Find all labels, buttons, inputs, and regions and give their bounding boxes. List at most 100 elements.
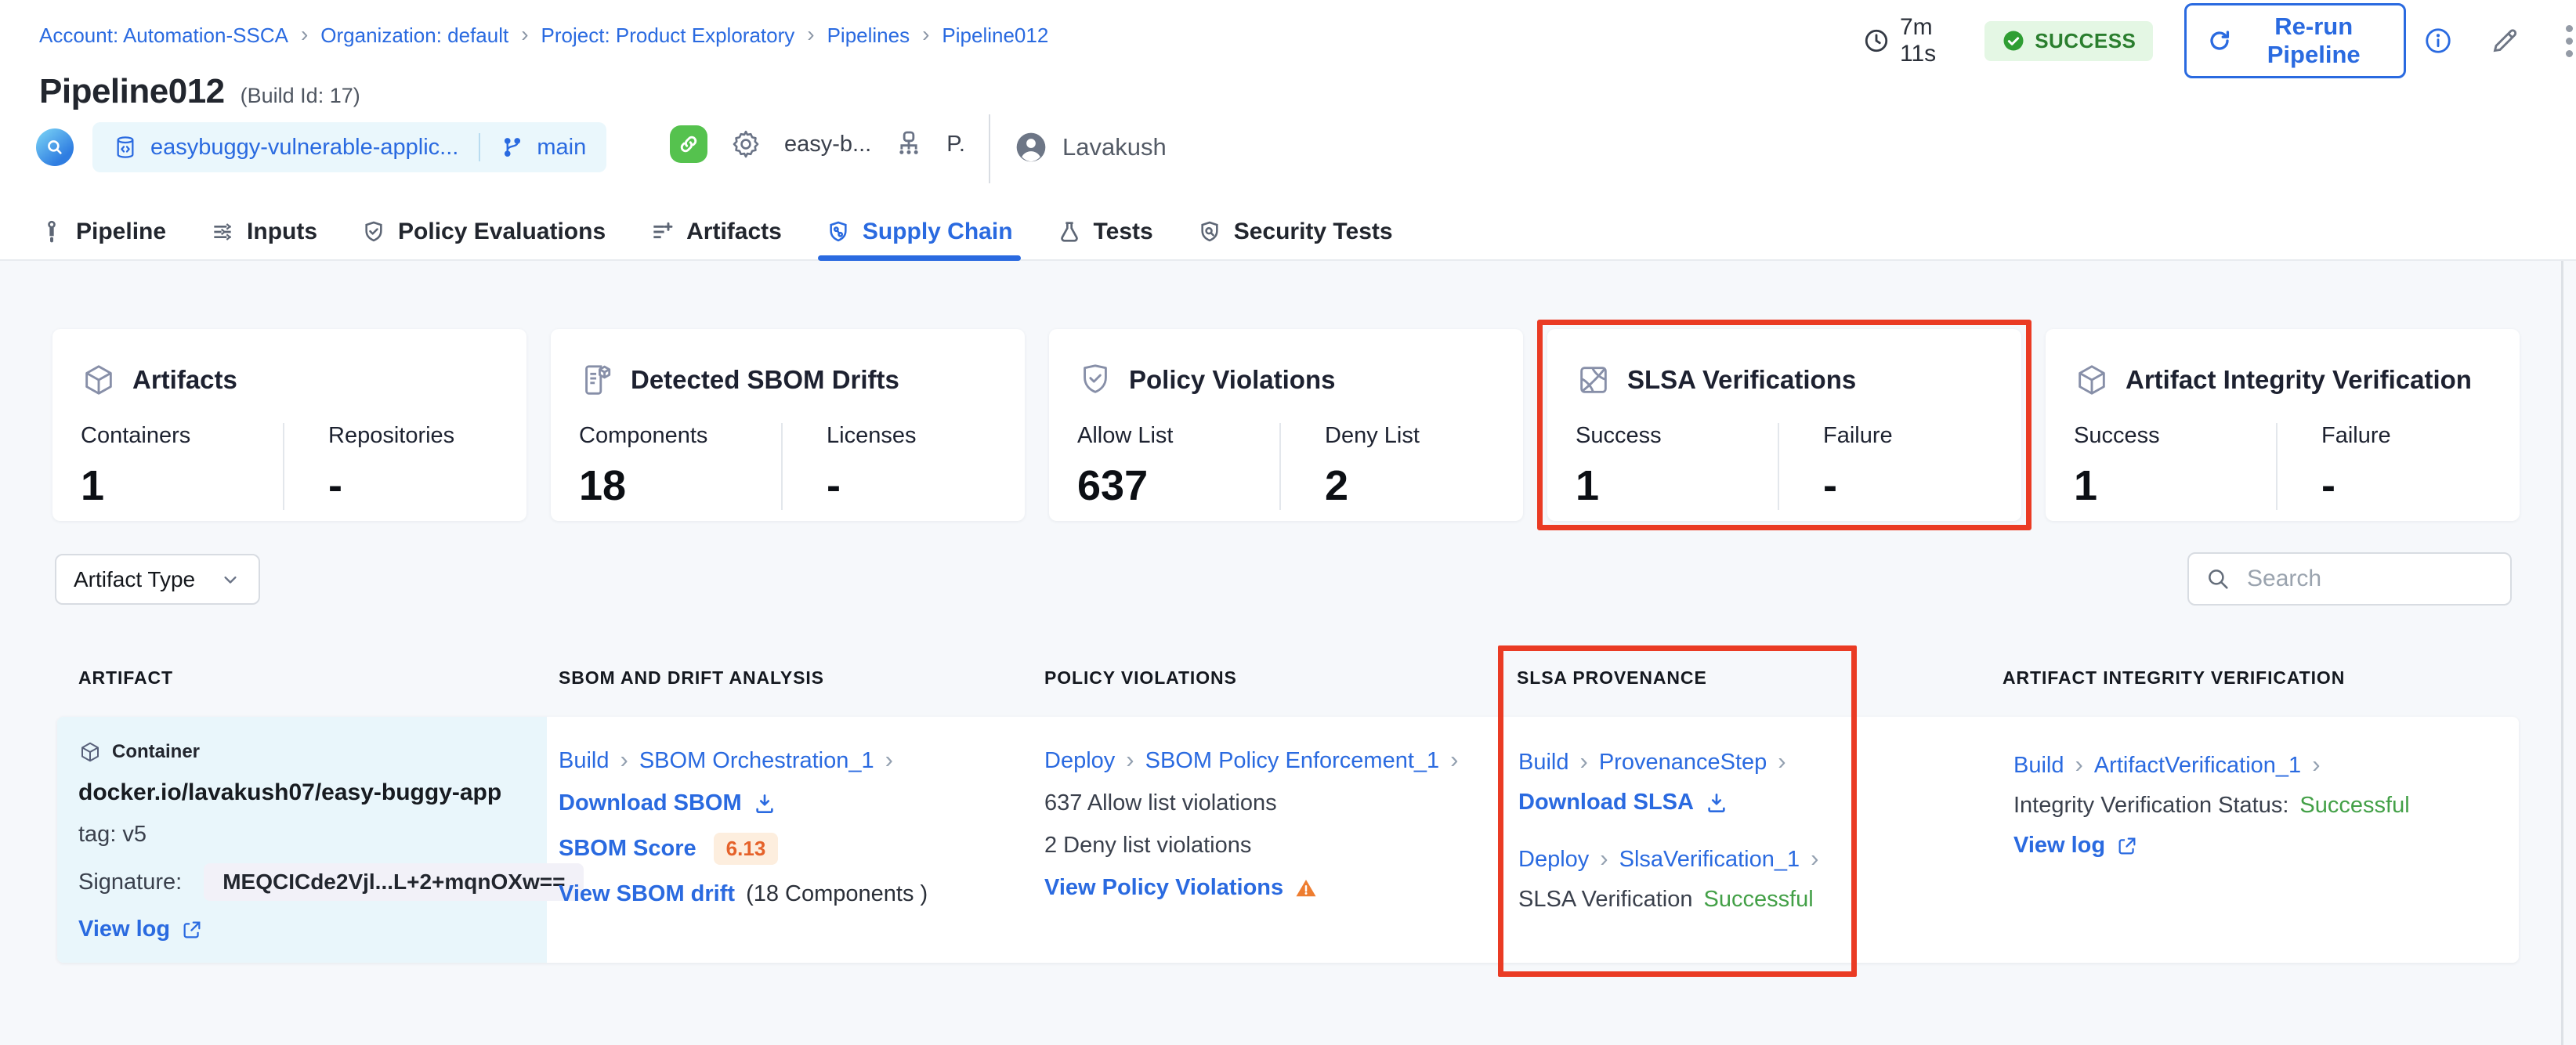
more-options-icon[interactable] (2563, 22, 2576, 60)
artifact-integrity-card: Artifact Integrity Verification Success 1… (2046, 329, 2520, 521)
user-name: Lavakush (1062, 133, 1167, 161)
edit-pencil-icon[interactable] (2489, 25, 2520, 56)
tab-label: Supply Chain (862, 219, 1013, 244)
sbom-document-icon (579, 362, 615, 398)
artifact-tag: tag: v5 (78, 822, 147, 847)
chevron-right-icon: › (620, 746, 628, 773)
stage-link[interactable]: Build (2013, 753, 2064, 779)
chevron-right-icon: › (1778, 747, 1786, 775)
trigger-node-icon (893, 128, 924, 160)
trigger-config-name: easy-b... (784, 131, 872, 157)
metric-value: - (827, 462, 841, 509)
stage-link[interactable]: Deploy (1518, 847, 1589, 873)
breadcrumb-organization-link[interactable]: Organization: default (320, 24, 508, 48)
step-link[interactable]: ProvenanceStep (1599, 750, 1767, 776)
step-link[interactable]: SBOM Orchestration_1 (639, 748, 874, 774)
tab-pipeline[interactable]: Pipeline (39, 203, 166, 261)
card-title: Artifact Integrity Verification (2126, 365, 2472, 394)
search-input[interactable] (2245, 565, 2495, 593)
sbom-score-link[interactable]: SBOM Score (559, 836, 696, 862)
tab-security-tests[interactable]: Security Tests (1197, 203, 1393, 261)
download-slsa-link[interactable]: Download SLSA (1518, 790, 1694, 815)
card-title: Policy Violations (1129, 365, 1336, 394)
metric-label: Failure (1823, 423, 1893, 448)
repo-branch-chip[interactable]: easybuggy-vulnerable-applic... main (92, 122, 607, 172)
duration-text: 7m 11s (1900, 14, 1937, 67)
cube-icon (2074, 362, 2110, 398)
view-policy-violations-link[interactable]: View Policy Violations (1044, 875, 1283, 901)
info-icon[interactable] (2423, 26, 2453, 56)
view-log-link[interactable]: View log (78, 917, 170, 942)
tab-artifacts[interactable]: Artifacts (649, 203, 782, 261)
tab-policy-evaluations[interactable]: Policy Evaluations (361, 203, 606, 261)
step-link[interactable]: SlsaVerification_1 (1619, 847, 1800, 873)
sbom-score-row: SBOM Score 6.13 (559, 833, 928, 865)
rerun-pipeline-button[interactable]: Re-run Pipeline (2184, 3, 2406, 78)
pipeline-icon (39, 219, 64, 244)
artifacts-list-icon (649, 219, 675, 244)
chevron-right-icon: › (2075, 750, 2083, 778)
breadcrumb-project-link[interactable]: Project: Product Exploratory (541, 24, 795, 48)
page-title-row: Pipeline012 (Build Id: 17) (39, 72, 360, 111)
slsa-verification-status-row: SLSA Verification Successful (1518, 887, 1818, 913)
step-link[interactable]: ArtifactVerification_1 (2094, 753, 2301, 779)
download-icon (753, 792, 776, 815)
slsa-verification-breadcrumb: Deploy › SlsaVerification_1 › (1518, 844, 1818, 873)
download-sbom-link[interactable]: Download SBOM (559, 790, 742, 816)
policy-step-breadcrumb: Deploy › SBOM Policy Enforcement_1 › (1044, 747, 1458, 774)
webhook-trigger-icon (670, 125, 707, 163)
metric-value: 2 (1325, 462, 1349, 509)
col-header-sbom: SBOM AND DRIFT ANALYSIS (559, 667, 824, 688)
artifact-cell: Container docker.io/lavakush07/easy-bugg… (78, 740, 584, 942)
metric-label: Components (579, 423, 708, 448)
metric-label: Failure (2321, 423, 2391, 448)
trigger-meta-row: easy-b... P. (670, 125, 965, 163)
sbom-drift-row: View SBOM drift (18 Components ) (559, 881, 928, 907)
col-header-integrity: ARTIFACT INTEGRITY VERIFICATION (2003, 667, 2346, 688)
tab-supply-chain[interactable]: Supply Chain (817, 203, 1021, 261)
integrity-cell: Build › ArtifactVerification_1 › Integri… (2013, 750, 2410, 859)
chevron-right-icon: › (521, 21, 529, 46)
supply-chain-shield-icon (826, 219, 851, 244)
chevron-right-icon: › (885, 746, 893, 773)
chevron-down-icon (219, 569, 241, 591)
tab-label: Inputs (247, 219, 318, 244)
artifact-type-dropdown[interactable]: Artifact Type (55, 554, 260, 605)
breadcrumb-pipelines-link[interactable]: Pipelines (827, 24, 910, 48)
signature-value: MEQCICde2Vjl...L+2+mqnOXw== (204, 863, 584, 901)
artifact-signature-row: Signature: MEQCICde2Vjl...L+2+mqnOXw== (78, 863, 584, 901)
metric-label: Success (2074, 423, 2160, 448)
view-log-link[interactable]: View log (2013, 833, 2105, 859)
view-policy-violations-row: View Policy Violations (1044, 875, 1458, 901)
scrollbar[interactable] (2561, 261, 2563, 1045)
chevron-right-icon: › (1600, 844, 1608, 872)
stage-link[interactable]: Build (559, 748, 610, 774)
view-sbom-drift-link[interactable]: View SBOM drift (559, 881, 735, 907)
tab-tests[interactable]: Tests (1057, 203, 1153, 261)
external-link-icon (2116, 835, 2138, 857)
cube-icon (81, 362, 117, 398)
breadcrumb-account-link[interactable]: Account: Automation-SSCA (39, 24, 288, 48)
tab-inputs[interactable]: Inputs (210, 203, 317, 261)
stage-link[interactable]: Build (1518, 750, 1569, 776)
allow-list-violations: 637 Allow list violations (1044, 790, 1277, 815)
header-actions: 7m 11s SUCCESS Re-run Pipeline (1863, 3, 2576, 78)
integrity-step-breadcrumb: Build › ArtifactVerification_1 › (2013, 750, 2410, 779)
chevron-right-icon: › (922, 21, 930, 46)
download-icon (1705, 791, 1728, 815)
sbom-drifts-card: Detected SBOM Drifts Components 18 Licens… (551, 329, 1025, 521)
page-header: Account: Automation-SSCA › Organization:… (0, 0, 2576, 261)
metric-label: Licenses (827, 423, 917, 448)
step-link[interactable]: SBOM Policy Enforcement_1 (1145, 748, 1440, 774)
metric-value: 1 (1576, 462, 1600, 509)
refresh-icon (2207, 28, 2232, 53)
repo-name: easybuggy-vulnerable-applic... (150, 134, 459, 160)
artifact-name: docker.io/lavakush07/easy-buggy-app (78, 779, 502, 805)
warning-icon (1294, 877, 1318, 900)
col-header-policy: POLICY VIOLATIONS (1044, 667, 1237, 688)
chevron-right-icon: › (1579, 747, 1588, 775)
stage-link[interactable]: Deploy (1044, 748, 1115, 774)
rerun-label: Re-run Pipeline (2267, 13, 2361, 68)
metric-value: 1 (81, 462, 105, 509)
breadcrumb-pipeline012-link[interactable]: Pipeline012 (942, 24, 1048, 48)
